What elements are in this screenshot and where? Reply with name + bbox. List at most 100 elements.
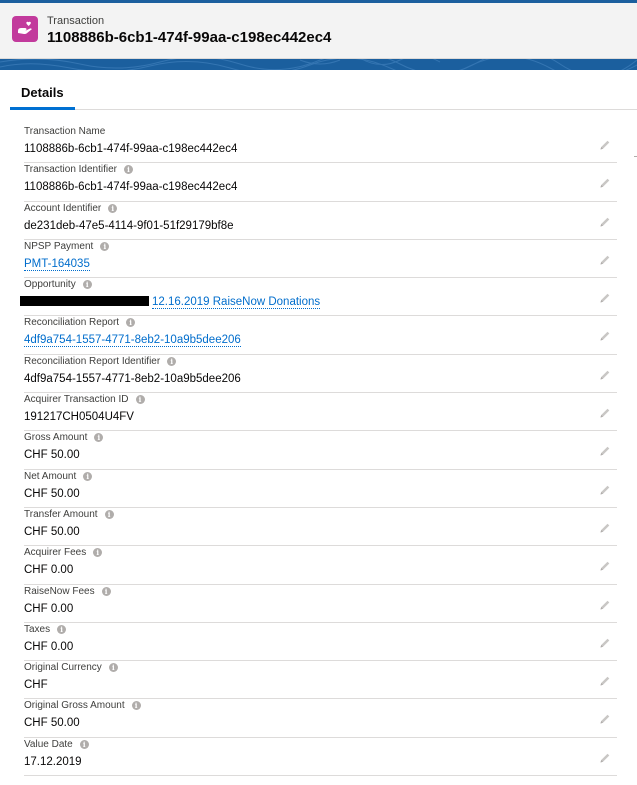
field-label-text: Transfer Amount [24, 508, 98, 520]
field-value-text: CHF 50.00 [24, 449, 80, 462]
field-row: Value Date i 17.12.2019 [24, 738, 617, 777]
field-label: Acquirer Fees i [24, 547, 103, 559]
field-value-link[interactable]: 4df9a754-1557-4771-8eb2-10a9b5dee206 [24, 334, 241, 348]
info-icon[interactable]: i [94, 433, 104, 443]
field-label-text: Reconciliation Report [24, 317, 120, 329]
pencil-edit-icon[interactable] [599, 216, 611, 228]
info-icon[interactable]: i [101, 586, 111, 596]
field-label-text: NPSP Payment [24, 240, 94, 252]
field-value-link[interactable]: 12.16.2019 RaiseNow Donations [20, 296, 321, 310]
field-value-text: CHF 50.00 [24, 525, 80, 538]
field-label-text: Opportunity [24, 279, 76, 291]
field-row: Transfer Amount i CHF 50.00 [24, 508, 617, 547]
field-value-text: 1108886b-6cb1-474f-99aa-c198ec442ec4 [24, 143, 238, 155]
info-icon[interactable]: i [167, 356, 177, 366]
info-icon[interactable]: i [57, 624, 67, 634]
field-value: 1108886b-6cb1-474f-99aa-c198ec442ec4 [24, 143, 237, 155]
field-value: CHF 0.00 [24, 603, 73, 615]
field-label: Original Currency i [24, 662, 118, 673]
field-value-text: CHF 0.00 [24, 564, 74, 577]
tab-bar: Details [10, 78, 637, 110]
field-value-text: CHF 50.00 [24, 717, 80, 730]
field-label-text: Reconciliation Report Identifier [24, 355, 161, 367]
field-row: Original Currency i CHF [24, 661, 617, 700]
info-icon[interactable]: i [135, 395, 145, 405]
pencil-edit-icon[interactable] [599, 560, 611, 572]
pencil-edit-icon[interactable] [599, 445, 611, 457]
pencil-edit-icon[interactable] [599, 407, 611, 419]
info-icon[interactable]: i [108, 663, 118, 673]
pencil-edit-icon[interactable] [599, 292, 611, 304]
record-title: 1108886b-6cb1-474f-99aa-c198ec442ec4 [47, 29, 332, 46]
pencil-edit-icon[interactable] [599, 637, 611, 649]
field-label: Transaction Identifier i [24, 164, 134, 176]
pencil-edit-icon[interactable] [599, 139, 611, 151]
field-label-text: Value Date [24, 738, 73, 750]
pencil-edit-icon[interactable] [599, 713, 611, 725]
pencil-edit-icon[interactable] [599, 522, 611, 534]
field-value: CHF 50.00 [24, 449, 80, 461]
field-label: Reconciliation Report i [24, 317, 136, 329]
page-header-banner: Transaction 1108886b-6cb1-474f-99aa-c198… [0, 0, 637, 70]
field-row: Taxes i CHF 0.00 [24, 623, 617, 662]
info-icon[interactable]: i [104, 509, 114, 519]
field-label: Transfer Amount i [24, 509, 114, 520]
field-value-text[interactable]: PMT-164035 [24, 257, 90, 271]
pencil-edit-icon[interactable] [599, 177, 611, 189]
field-value-text: CHF 0.00 [24, 640, 74, 653]
info-icon[interactable]: i [79, 739, 89, 749]
field-label: Acquirer Transaction ID i [24, 394, 145, 405]
field-value-text[interactable]: 4df9a754-1557-4771-8eb2-10a9b5dee206 [24, 334, 241, 348]
field-value: de231deb-47e5-4114-9f01-51f29179bf8e [24, 220, 234, 232]
info-icon[interactable]: i [83, 471, 93, 481]
info-icon[interactable]: i [93, 548, 103, 558]
pencil-edit-icon[interactable] [599, 675, 611, 687]
info-icon[interactable]: i [124, 165, 134, 175]
field-label: Net Amount i [24, 470, 93, 482]
field-value: CHF 0.00 [24, 564, 73, 576]
field-label: Taxes i [24, 624, 67, 635]
field-value: 4df9a754-1557-4771-8eb2-10a9b5dee206 [24, 373, 241, 385]
field-label: NPSP Payment i [24, 240, 110, 252]
field-label-text: Account Identifier [24, 202, 102, 214]
field-row: Acquirer Fees i CHF 0.00 [24, 546, 617, 585]
field-label: Original Gross Amount i [24, 700, 141, 711]
info-icon[interactable]: i [108, 203, 118, 213]
field-label-text: Gross Amount [24, 432, 88, 444]
pencil-edit-icon[interactable] [599, 599, 611, 611]
field-label-text: Original Currency [24, 662, 102, 674]
field-value-text: 191217CH0504U4FV [24, 411, 134, 424]
info-icon[interactable]: i [131, 701, 141, 711]
field-label-text: Acquirer Transaction ID [24, 394, 129, 406]
field-value: 191217CH0504U4FV [24, 411, 134, 423]
field-label-text: Transaction Name [24, 126, 106, 137]
pencil-edit-icon[interactable] [599, 752, 611, 764]
field-value-text: 1108886b-6cb1-474f-99aa-c198ec442ec4 [24, 181, 238, 194]
field-label: Transaction Name [24, 126, 105, 137]
field-label-text: Acquirer Fees [24, 547, 87, 559]
field-label: Gross Amount i [24, 432, 104, 444]
field-value-text[interactable]: 12.16.2019 RaiseNow Donations [152, 296, 321, 310]
info-icon[interactable]: i [82, 280, 92, 290]
field-value-text: CHF [24, 679, 48, 692]
field-label-text: Original Gross Amount [24, 700, 125, 712]
info-icon[interactable]: i [126, 318, 136, 328]
record-type-label: Transaction [47, 15, 105, 27]
field-value-link[interactable]: PMT-164035 [24, 257, 90, 271]
pencil-edit-icon[interactable] [599, 484, 611, 496]
info-icon[interactable]: i [100, 241, 110, 251]
field-value: CHF [24, 679, 48, 691]
field-value: CHF 50.00 [24, 717, 80, 729]
field-label-text: Transaction Identifier [24, 164, 118, 176]
details-field-list: Transaction Name 1108886b-6cb1-474f-99aa-… [20, 125, 617, 777]
record-detail-panel: Details Transaction Name 1108886b-6cb1-47… [0, 70, 637, 785]
tab-details[interactable]: Details [10, 78, 75, 110]
field-value-text: CHF 50.00 [24, 487, 80, 500]
pencil-edit-icon[interactable] [599, 254, 611, 266]
field-label: Opportunity i [24, 279, 92, 290]
field-value: 17.12.2019 [24, 756, 82, 768]
field-label-text: Net Amount [24, 470, 77, 482]
field-value: 1108886b-6cb1-474f-99aa-c198ec442ec4 [24, 181, 237, 193]
pencil-edit-icon[interactable] [599, 330, 611, 342]
pencil-edit-icon[interactable] [599, 369, 611, 381]
